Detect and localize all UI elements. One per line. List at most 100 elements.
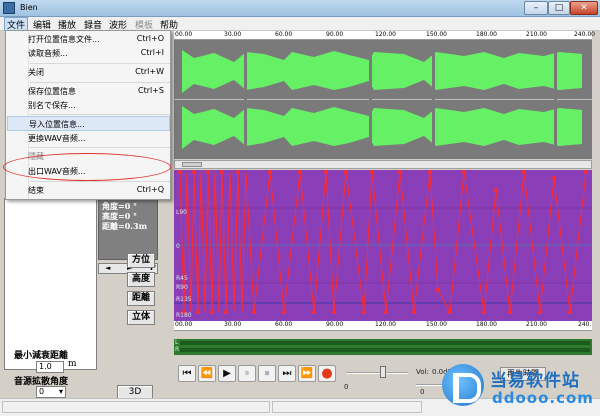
menu-item-hidden[interactable]: 隱藏 [7,149,170,164]
minimize-button[interactable]: – [524,1,548,15]
left-level-strip [180,341,590,345]
waveform-display[interactable] [174,40,592,159]
chevron-down-icon: ▾ [58,387,63,396]
status-cell [272,401,422,413]
menu-separator [30,82,170,83]
menu-separator [30,181,170,182]
site-watermark: 当易软件站 ddooo.com [442,362,598,414]
menu-item-save-as[interactable]: 别名で保存... [7,98,170,113]
prev-arrow-icon[interactable]: ◄ [105,264,110,272]
status-cell [2,401,270,413]
play-button[interactable]: ▶ [218,365,236,382]
menu-item-shortcut: Ctrl+Q [136,185,164,194]
menu-item-replace-wav[interactable]: 更換WAV音频... [7,131,170,146]
stop-button[interactable]: ⏹ [258,365,276,382]
min-distance-unit: m [68,359,77,369]
waveform-graphic [174,40,592,159]
plot-y-label: R135 [176,296,192,303]
menu-item-label: 读取音频... [28,49,68,58]
3d-button[interactable]: 3D [117,385,153,399]
spread-angle-select[interactable]: 0 ▾ [36,386,66,398]
menu-bar: 文件 编辑 播放 録音 波形 模板 帮助 [0,17,600,32]
window-title: Bien [20,3,38,12]
ruler-tick: 210.00 [526,321,547,328]
stereo-button[interactable]: 立体 [127,310,155,325]
pause-button[interactable]: ⏸ [238,365,256,382]
left-channel-label: L [175,339,179,346]
ruler-tick: 60.00 [275,31,293,38]
position-slider-thumb[interactable] [380,366,386,378]
menu-item-read-audio[interactable]: 读取音频... Ctrl+I [7,46,170,61]
menu-item-shortcut: Ctrl+W [135,67,164,76]
menu-item-save-position[interactable]: 保存位置信息 Ctrl+S [7,84,170,99]
azimuth-button[interactable]: 方位 [127,253,155,268]
position-plot-graphic [174,170,592,321]
menu-item-open-position[interactable]: 打开位置信息文件... Ctrl+O [7,32,170,47]
position-plot[interactable] [174,170,592,321]
menu-item-label: 导入位置信息... [29,120,85,129]
rewind-button[interactable]: ⏪ [198,365,216,382]
position-list[interactable] [4,198,97,370]
file-menu-dropdown: 打开位置信息文件... Ctrl+O 读取音频... Ctrl+I 关闭 Ctr… [5,30,171,200]
ruler-tick: 180.00 [476,321,497,328]
slider-min-right: 0 [420,388,425,396]
ruler-tick: 240.00 [574,31,595,38]
ruler-tick: 120.00 [375,321,396,328]
ruler-tick: 30.00 [224,321,242,328]
distance-readout: 距離=0.3m [102,221,148,231]
scrollbar-thumb[interactable] [182,162,202,167]
menu-item-shortcut: Ctrl+S [137,86,164,95]
lr-level-meter: L R [174,339,592,355]
close-button[interactable]: ✕ [570,1,598,15]
app-icon [3,2,15,14]
skip-start-button[interactable]: ⏮ [178,365,196,382]
ruler-tick: 90.00 [326,321,344,328]
time-ruler-top: 00.00 30.00 60.00 90.00 120.00 150.00 18… [174,31,595,40]
menu-item-label: 保存位置信息 [28,87,76,96]
watermark-site-name: 当易软件站 [490,371,580,391]
fast-forward-button[interactable]: ⏩ [298,365,316,382]
height-readout: 高度=0 ° [102,211,138,221]
menu-item-label: 出口WAV音频... [28,167,86,176]
menu-item-label: 更換WAV音频... [28,134,86,143]
ruler-tick: 00.00 [175,321,193,328]
ruler-tick: 60.00 [275,321,293,328]
elevation-button[interactable]: 高度 [127,272,155,287]
right-channel-label: R [175,346,180,353]
plot-y-label: R45 [176,275,188,282]
menu-item-exit[interactable]: 结束 Ctrl+Q [7,183,170,198]
ruler-tick: 240. [578,321,592,328]
angle-readout: 角度=0 ° [102,201,138,211]
menu-item-label: 结束 [28,186,44,195]
ruler-tick: 210.00 [526,31,547,38]
volume-label: Vol: [416,368,429,376]
position-info-box: 角度=0 ° 高度=0 ° 距離=0.3m [98,198,158,260]
skip-end-button[interactable]: ⏭ [278,365,296,382]
menu-separator [30,147,170,148]
min-distance-label: 最小減衰距離 [14,351,69,361]
min-distance-input[interactable]: 1.0 [36,361,64,373]
right-level-strip [180,348,590,352]
ruler-tick: 00.00 [175,31,193,38]
plot-y-label: 0 [176,243,180,250]
watermark-logo-icon [442,364,484,406]
distance-button[interactable]: 距離 [127,291,155,306]
record-button[interactable]: ● [318,365,336,382]
ruler-tick: 120.00 [375,31,396,38]
menu-item-label: 别名で保存... [28,101,76,110]
spread-angle-value: 0 [39,387,45,396]
plot-y-label: R90 [176,284,188,291]
ruler-tick: 30.00 [224,31,242,38]
menu-separator [30,63,170,64]
menu-item-label: 打开位置信息文件... [28,35,100,44]
position-slider-track[interactable] [346,372,408,374]
watermark-url: ddooo.com [492,389,594,407]
menu-item-export-wav[interactable]: 出口WAV音频... [7,164,170,179]
maximize-button[interactable]: □ [548,1,570,15]
time-ruler-bottom: 00.00 30.00 60.00 90.00 120.00 150.00 18… [174,321,592,331]
plot-y-label: L90 [176,209,187,216]
menu-item-close[interactable]: 关闭 Ctrl+W [7,65,170,80]
menu-item-import-position[interactable]: 导入位置信息... [7,116,170,131]
ruler-tick: 150.00 [426,31,447,38]
waveform-scrollbar[interactable] [174,160,592,169]
